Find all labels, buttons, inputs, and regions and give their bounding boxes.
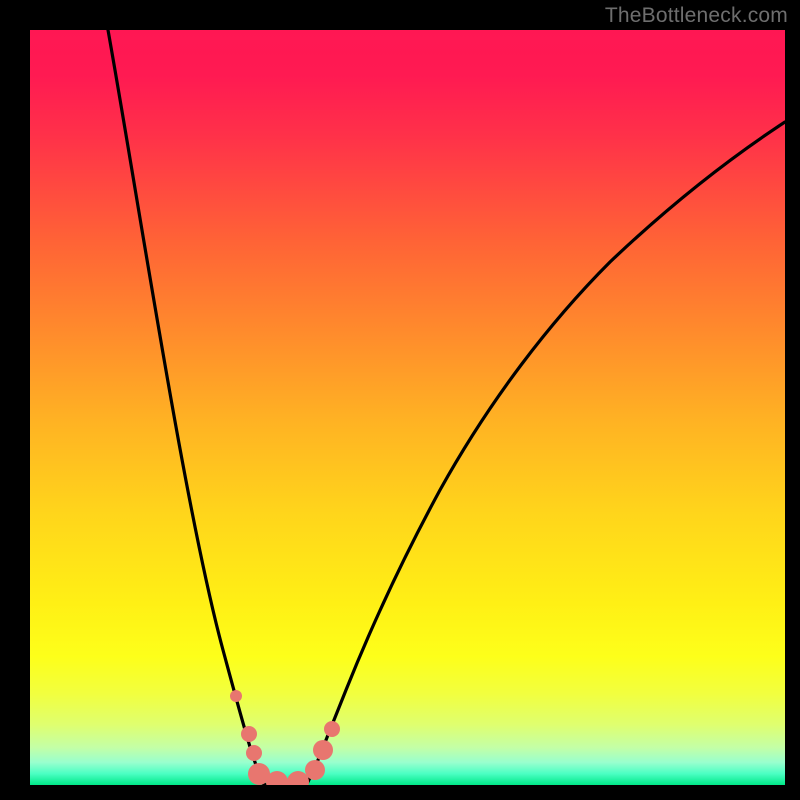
dot [230, 690, 242, 702]
plot-area [30, 30, 785, 785]
watermark-text: TheBottleneck.com [605, 4, 788, 28]
curves-layer [30, 30, 785, 785]
annotation-dots [230, 690, 340, 785]
dot [313, 740, 333, 760]
dot [246, 745, 262, 761]
chart-frame: TheBottleneck.com [0, 0, 800, 800]
dot [324, 721, 340, 737]
left-curve [108, 30, 266, 785]
dot [305, 760, 325, 780]
dot [241, 726, 257, 742]
right-curve [306, 122, 785, 785]
